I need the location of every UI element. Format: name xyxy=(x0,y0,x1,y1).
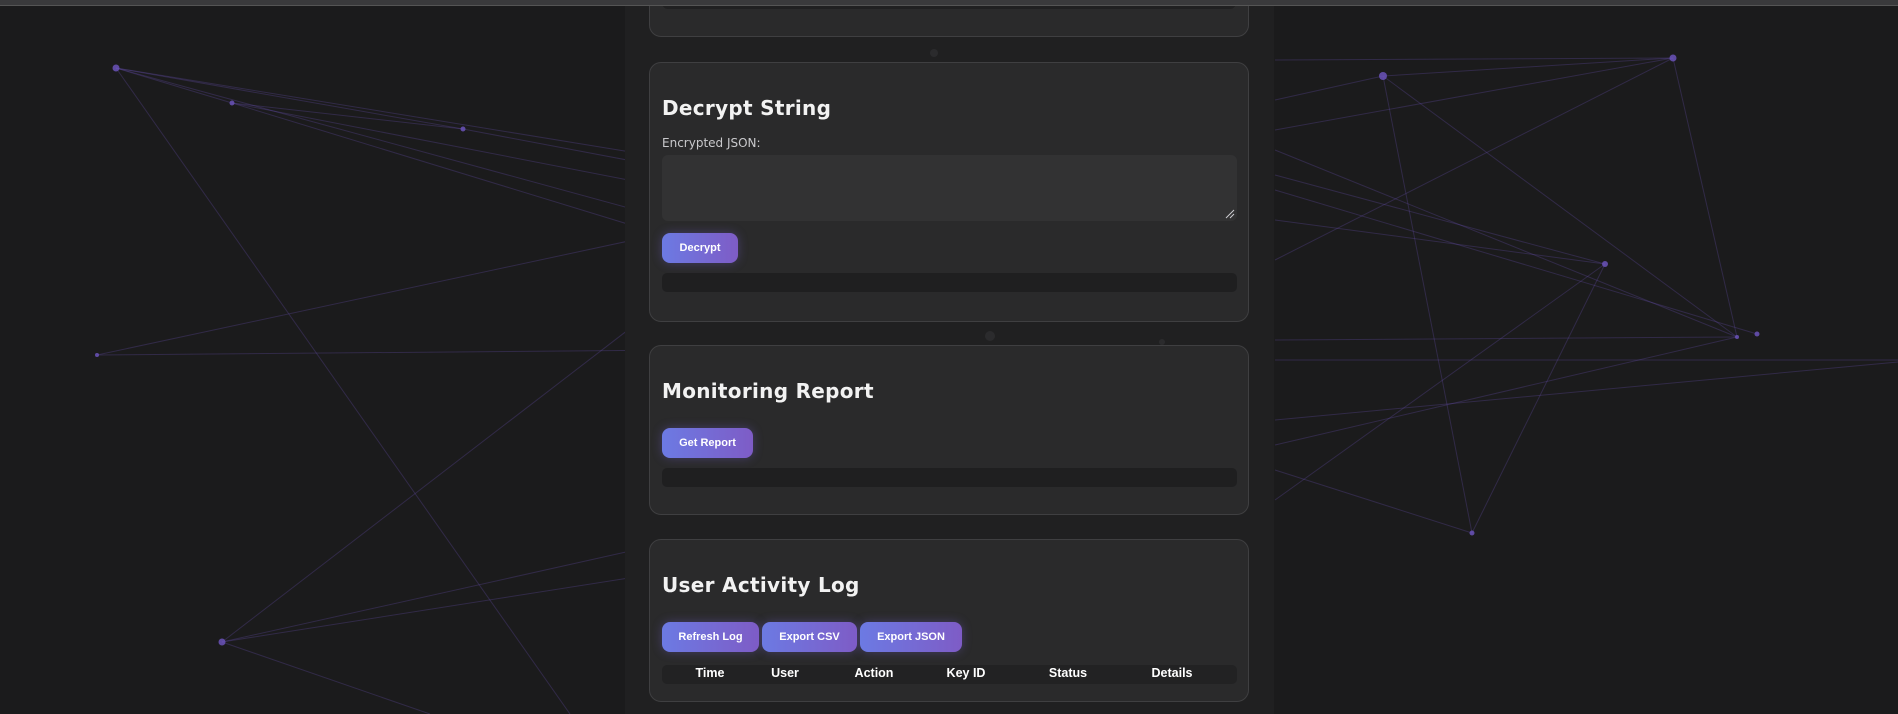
column-header-key-id: Key ID xyxy=(946,666,986,680)
decrypt-string-card: Decrypt String Encrypted JSON: Decrypt xyxy=(649,62,1249,322)
user-activity-log-card: User Activity Log Refresh Log Export CSV… xyxy=(649,539,1249,702)
get-report-button[interactable]: Get Report xyxy=(662,428,753,458)
column-header-details: Details xyxy=(1151,666,1193,680)
monitoring-report-card: Monitoring Report Get Report xyxy=(649,345,1249,515)
report-output xyxy=(662,468,1237,487)
column-header-user: User xyxy=(771,666,799,680)
browser-top-edge xyxy=(0,0,1898,6)
resize-handle-icon[interactable] xyxy=(1225,209,1235,219)
decrypt-button[interactable]: Decrypt xyxy=(662,233,738,263)
export-json-button[interactable]: Export JSON xyxy=(860,622,962,652)
encrypted-json-label: Encrypted JSON: xyxy=(662,136,761,150)
decrypt-output xyxy=(662,273,1237,292)
decrypt-title: Decrypt String xyxy=(662,96,832,120)
refresh-log-button[interactable]: Refresh Log xyxy=(662,622,759,652)
activity-log-table-header: Time User Action Key ID Status Details xyxy=(662,665,1237,684)
column-header-status: Status xyxy=(1048,666,1088,680)
monitoring-report-title: Monitoring Report xyxy=(662,379,874,403)
column-header-action: Action xyxy=(854,666,894,680)
encrypted-json-input[interactable] xyxy=(662,155,1237,221)
export-csv-button[interactable]: Export CSV xyxy=(762,622,857,652)
activity-log-title: User Activity Log xyxy=(662,573,860,597)
